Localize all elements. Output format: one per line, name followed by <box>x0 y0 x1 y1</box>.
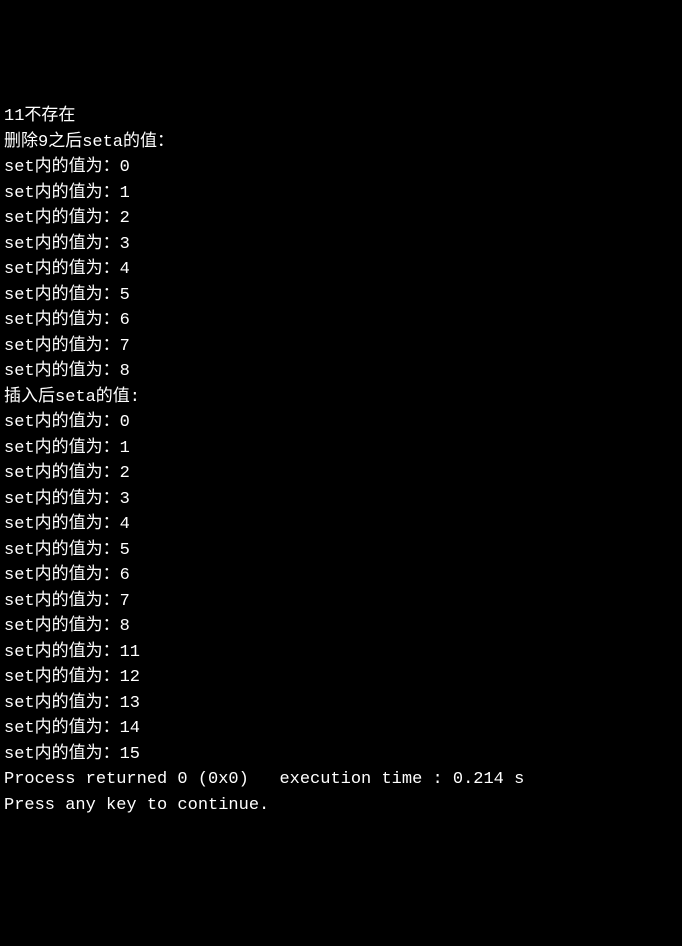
console-line: set内的值为：4 <box>4 512 678 538</box>
console-line: Press any key to continue. <box>4 793 678 819</box>
console-line: set内的值为：6 <box>4 308 678 334</box>
console-line: set内的值为：1 <box>4 181 678 207</box>
console-line: set内的值为：8 <box>4 614 678 640</box>
console-line: 删除9之后seta的值： <box>4 130 678 156</box>
console-line: set内的值为：3 <box>4 232 678 258</box>
console-line: set内的值为：15 <box>4 742 678 768</box>
console-line: set内的值为：1 <box>4 436 678 462</box>
console-line: set内的值为：7 <box>4 334 678 360</box>
console-line: Process returned 0 (0x0) execution time … <box>4 767 678 793</box>
console-line: set内的值为：5 <box>4 283 678 309</box>
console-output: 11不存在删除9之后seta的值：set内的值为：0set内的值为：1set内的… <box>4 104 678 818</box>
console-line: set内的值为：11 <box>4 640 678 666</box>
console-line: set内的值为：13 <box>4 691 678 717</box>
console-line: set内的值为：6 <box>4 563 678 589</box>
console-line: set内的值为：8 <box>4 359 678 385</box>
console-line: set内的值为：4 <box>4 257 678 283</box>
console-line: 插入后seta的值: <box>4 385 678 411</box>
console-line: set内的值为：5 <box>4 538 678 564</box>
console-line: set内的值为：14 <box>4 716 678 742</box>
console-line: set内的值为：3 <box>4 487 678 513</box>
console-line: 11不存在 <box>4 104 678 130</box>
console-line: set内的值为：7 <box>4 589 678 615</box>
console-line: set内的值为：2 <box>4 206 678 232</box>
console-line: set内的值为：12 <box>4 665 678 691</box>
console-line: set内的值为：2 <box>4 461 678 487</box>
console-line: set内的值为：0 <box>4 410 678 436</box>
console-line: set内的值为：0 <box>4 155 678 181</box>
